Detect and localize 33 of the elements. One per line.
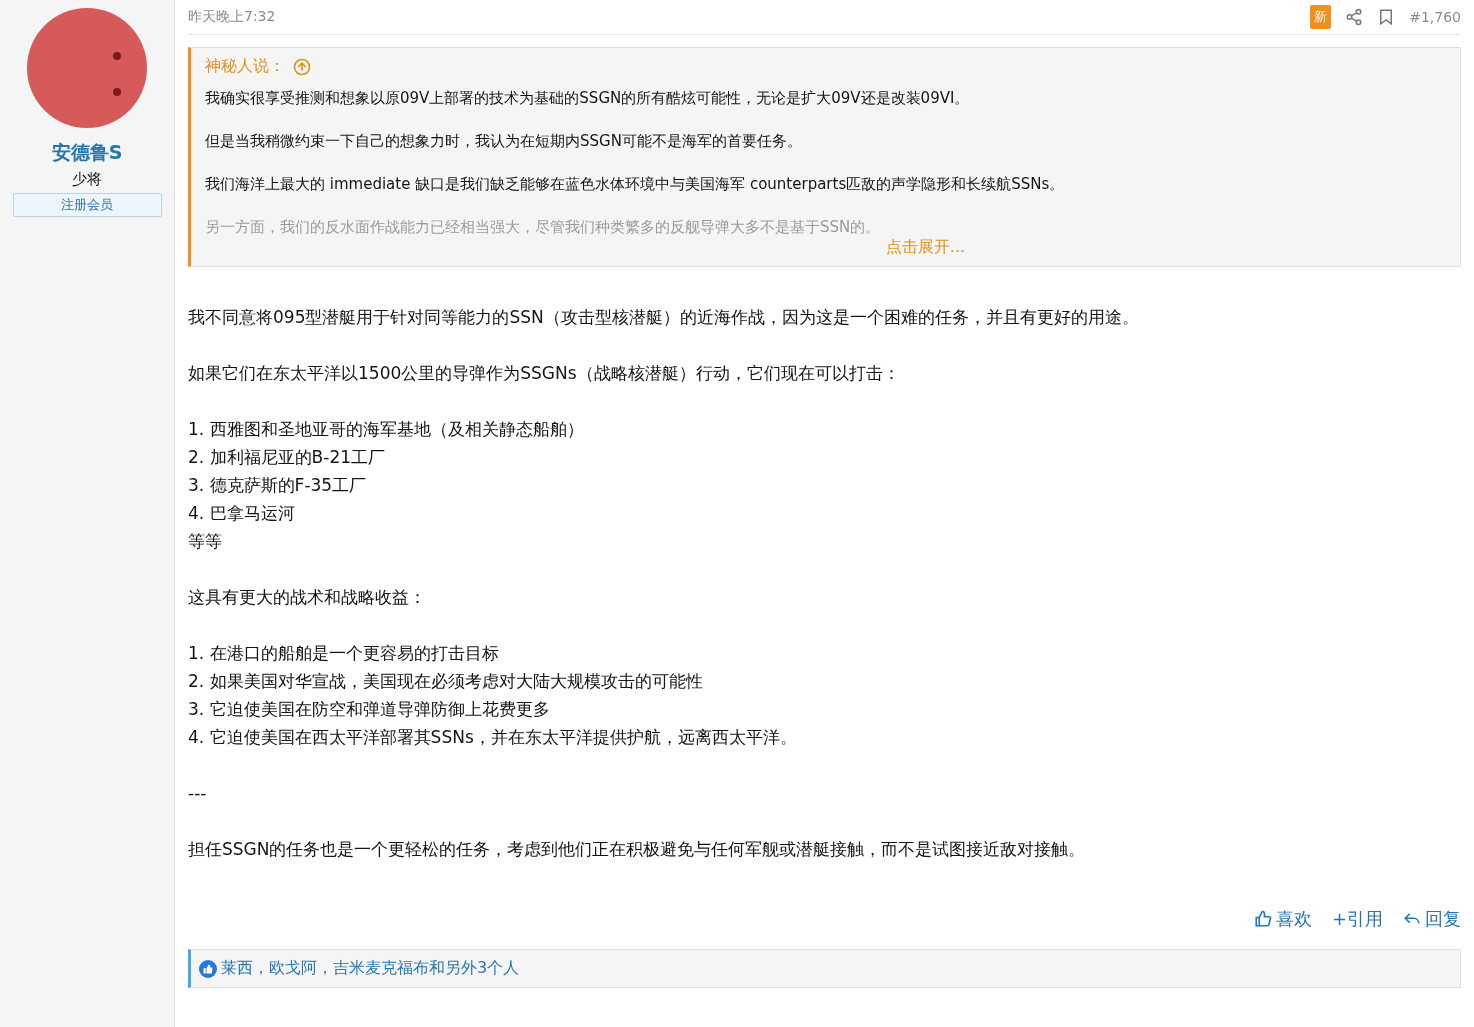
- like-button[interactable]: 喜欢: [1253, 907, 1312, 931]
- user-rank: 少将: [72, 170, 102, 189]
- post-text-line: 2. 加利福尼亚的B-21工厂: [188, 446, 387, 469]
- like-icon: [199, 959, 217, 978]
- post-time[interactable]: 昨天晚上7:32: [188, 8, 1297, 26]
- post-text-line: 如果它们在东太平洋以1500公里的导弹作为SSGNs（战略核潜艇）行动，它们现在可以打击：: [188, 362, 901, 385]
- share-icon[interactable]: [1345, 8, 1364, 26]
- thumbs-up-icon: [1253, 910, 1272, 928]
- post-text-line: 3. 德克萨斯的F-35工厂: [188, 474, 368, 497]
- post-text-line: 等等: [188, 530, 223, 553]
- post-text-line: 4. 它迫使美国在西太平洋部署其SSNs，并在东太平洋提供护航，远离西太平洋。: [188, 726, 798, 749]
- post-text-line: 3. 它迫使美国在防空和弹道导弹防御上花费更多: [188, 698, 551, 721]
- post-text-line: 2. 如果美国对华宣战，美国现在必须考虑对大陆大规模攻击的可能性: [188, 670, 704, 693]
- faded-paragraph: 另一方面，我们的反水面作战能力已经相当强大，尽管我们种类繁多的反舰导弹大多不是基于SSN的。: [205, 218, 882, 237]
- reactions-text[interactable]: 莱西，欧戈阿，吉米麦克福布和另外3个人: [221, 958, 520, 979]
- expand-link[interactable]: 点击展开...: [885, 237, 966, 258]
- reply-button[interactable]: 回复: [1403, 907, 1461, 931]
- post-text-line: 4. 巴拿马运河: [188, 502, 296, 525]
- post-text-line: 担任SSGN的任务也是一个更轻松的任务，考虑到他们正在积极避免与任何军舰或潜艇接触，而不是试图接近敌对接触。: [188, 838, 1087, 861]
- post-text-line: 这具有更大的战术和战略收益：: [188, 586, 427, 609]
- post-text-line: ---: [188, 782, 208, 805]
- quote-author: 神秘人说：: [205, 56, 285, 77]
- post-text-line: 我不同意将095型潜艇用于针对同等能力的SSN（攻击型核潜艇）的近海作战，因为这是一个困难的任务，并且有更好的用途。: [188, 306, 1140, 329]
- post-text-line: 1. 西雅图和圣地亚哥的海军基地（及相关静态船舶）: [188, 418, 585, 441]
- username[interactable]: 安德鲁S: [51, 140, 123, 166]
- post-text-line: 1. 在港口的船舶是一个更容易的打击目标: [188, 642, 500, 665]
- post-number[interactable]: #1,760: [1409, 9, 1461, 25]
- quote-button[interactable]: +引用: [1331, 907, 1383, 931]
- quote-paragraph: 我们海洋上最大的 immediate 缺口是我们缺乏能够在蓝色水体环境中与美国海军 counterparts匹敌的声学隐形和长续航SSNs。: [205, 175, 1066, 194]
- member-badge: 注册会员: [12, 193, 162, 217]
- quote-paragraph: 我确实很享受推测和想象以原09V上部署的技术为基础的SSGN的所有酷炫可能性，无论是扩大09V还是改装09VI。: [205, 89, 971, 108]
- quote-paragraph: 但是当我稍微约束一下自己的想象力时，我认为在短期内SSGN可能不是海军的首要任务。: [205, 132, 803, 151]
- new-badge: 新: [1310, 5, 1332, 29]
